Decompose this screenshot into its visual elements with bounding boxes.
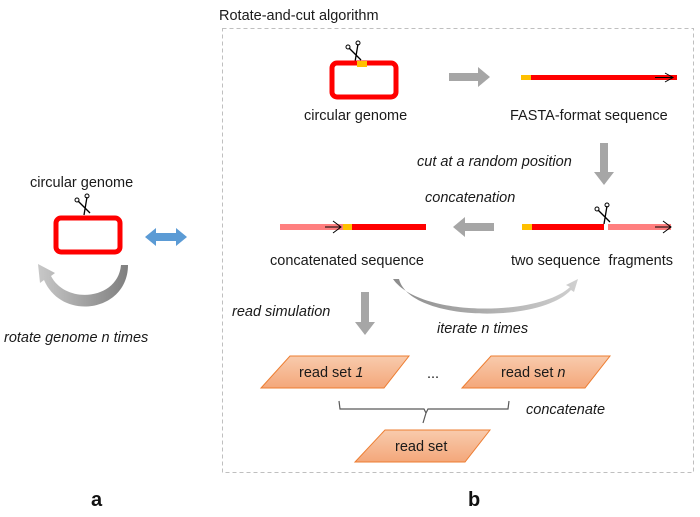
iterate-label: iterate n times bbox=[437, 321, 528, 337]
scissors-icon bbox=[594, 202, 611, 225]
concatenated-sequence-bar bbox=[280, 220, 426, 234]
start-marker bbox=[357, 61, 367, 67]
concatenation-label: concatenation bbox=[425, 190, 515, 206]
panel-b-label: b bbox=[468, 489, 480, 511]
fragments-label: two sequence fragments bbox=[511, 253, 673, 269]
rotate-arrow-icon bbox=[38, 264, 128, 307]
right-arrow-icon bbox=[449, 67, 490, 87]
fasta-label: FASTA-format sequence bbox=[510, 108, 668, 124]
down-arrow-icon bbox=[594, 143, 614, 185]
read-set-n: read set n bbox=[460, 355, 612, 389]
iterate-arrow-icon bbox=[393, 279, 578, 314]
concatenate-label: concatenate bbox=[526, 402, 605, 418]
panel-a-genome-label: circular genome bbox=[30, 175, 133, 191]
read-set-1-label: read set 1 bbox=[299, 365, 364, 381]
ellipsis: ... bbox=[427, 366, 439, 382]
scissors-icon bbox=[74, 193, 91, 216]
panel-b-title: Rotate-and-cut algorithm bbox=[219, 8, 379, 24]
concatenated-label: concatenated sequence bbox=[270, 253, 424, 269]
fasta-sequence-bar bbox=[521, 72, 677, 83]
read-set-final: read set bbox=[353, 429, 492, 463]
diagram-canvas: circular genome rotate genome n times a … bbox=[4, 8, 694, 511]
brace-icon bbox=[338, 400, 510, 424]
circular-genome-label: circular genome bbox=[304, 108, 407, 124]
down-arrow-icon bbox=[355, 292, 375, 335]
left-arrow-icon bbox=[453, 217, 494, 237]
circular-genome-shape bbox=[53, 215, 123, 255]
read-set-final-label: read set bbox=[395, 439, 447, 455]
double-arrow-icon bbox=[145, 228, 187, 246]
two-fragments-bar bbox=[522, 220, 672, 234]
panel-a: circular genome rotate genome n times a bbox=[4, 175, 187, 511]
panel-a-label: a bbox=[91, 489, 103, 511]
circular-genome-shape bbox=[329, 60, 399, 100]
scissors-icon bbox=[345, 40, 362, 63]
read-simulation-label: read simulation bbox=[232, 304, 330, 320]
rotate-label: rotate genome n times bbox=[4, 330, 148, 346]
algorithm-box bbox=[222, 28, 694, 473]
read-set-1: read set 1 bbox=[259, 355, 411, 389]
read-set-n-label: read set n bbox=[501, 365, 566, 381]
panel-b: Rotate-and-cut algorithm circular genome… bbox=[219, 8, 694, 511]
cut-label: cut at a random position bbox=[417, 154, 572, 170]
